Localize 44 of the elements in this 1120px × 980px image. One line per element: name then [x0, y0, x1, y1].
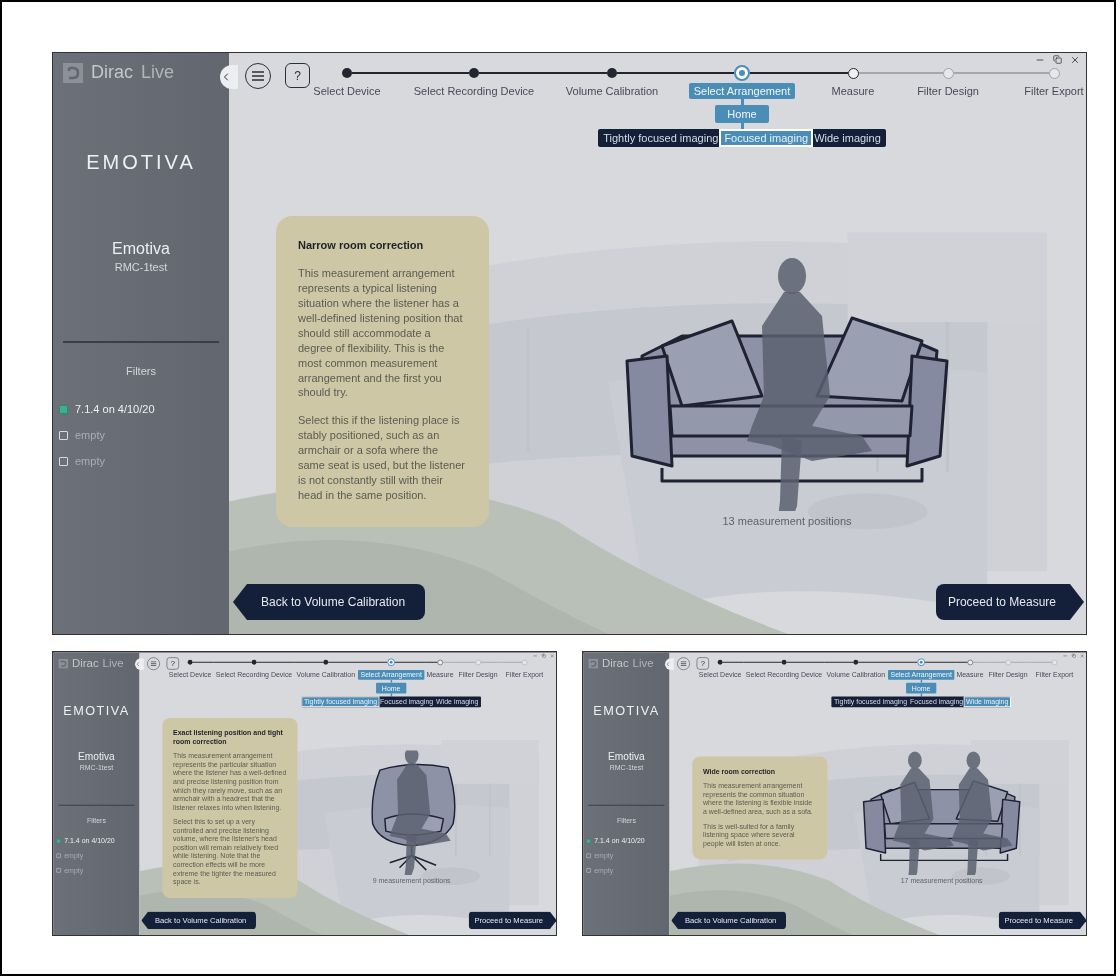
step-label[interactable]: Select Recording Device	[413, 83, 535, 99]
imaging-option[interactable]: Tightly focused imaging	[600, 131, 722, 145]
step-label[interactable]: Measure	[831, 83, 875, 99]
help-button[interactable]: ?	[285, 63, 310, 88]
checkbox[interactable]	[586, 838, 591, 844]
restore-icon[interactable]	[1053, 55, 1062, 64]
filter-label[interactable]: 7.1.4 on 4/10/20	[75, 403, 155, 415]
dirac-logo-icon	[63, 62, 83, 83]
filters-heading: Filters	[126, 365, 156, 377]
device-model: RMC-1test	[114, 261, 168, 273]
card-title: Narrow room correction	[298, 237, 425, 253]
card-paragraph: Select this if the listening place is stably positioned, such as an armchair or a sofa where the same seat is used, but the listener is not constantly still with their head in the same position.	[298, 413, 466, 504]
device-name: Emotiva	[608, 750, 645, 763]
step-label[interactable]: Select Arrangement	[688, 83, 796, 99]
collapse-button[interactable]	[135, 658, 144, 671]
dirac-logo-icon	[588, 658, 599, 669]
device-name: Emotiva	[112, 240, 170, 258]
app-logo-suffix: Live	[141, 62, 175, 83]
collapse-button[interactable]	[220, 65, 238, 89]
app-logo-suffix: Live	[102, 656, 124, 671]
dirac-logo-icon	[58, 658, 69, 669]
checkbox[interactable]	[56, 838, 61, 844]
imaging-option[interactable]: Wide imaging	[811, 131, 884, 145]
card-paragraph: This measurement arrangement represents a typical listening situation where the listener has a well-defined listening position that should still accommodate a degree of flexibility. This is the most common measurement arrangement and the first you should try.	[298, 265, 464, 401]
close-icon[interactable]	[1070, 55, 1080, 65]
app-logo-text: Dirac	[91, 62, 133, 83]
step-label[interactable]: Select Device	[313, 83, 381, 99]
collapse-button[interactable]	[665, 658, 674, 671]
home-step[interactable]: Home	[715, 105, 769, 123]
proceed-button[interactable]: Proceed to Measure	[935, 584, 1084, 620]
device-name: Emotiva	[78, 750, 115, 763]
brand-logo: EMOTIVA	[86, 151, 196, 174]
app-logo-suffix: Live	[632, 656, 654, 671]
app-logo-text: Dirac	[602, 656, 629, 671]
brand-logo: EMOTIVA	[63, 703, 130, 719]
menu-icon	[252, 71, 264, 81]
step-label[interactable]: Volume Calibration	[565, 83, 659, 99]
brand-logo: EMOTIVA	[593, 703, 660, 719]
back-button[interactable]: Back to Volume Calibration	[233, 584, 426, 620]
step-label[interactable]: Filter Export	[1024, 83, 1084, 99]
step-label[interactable]: Filter Design	[917, 83, 979, 99]
positions-caption: 13 measurement positions	[722, 515, 852, 527]
app-logo-text: Dirac	[72, 656, 99, 671]
checkbox[interactable]	[59, 404, 68, 414]
